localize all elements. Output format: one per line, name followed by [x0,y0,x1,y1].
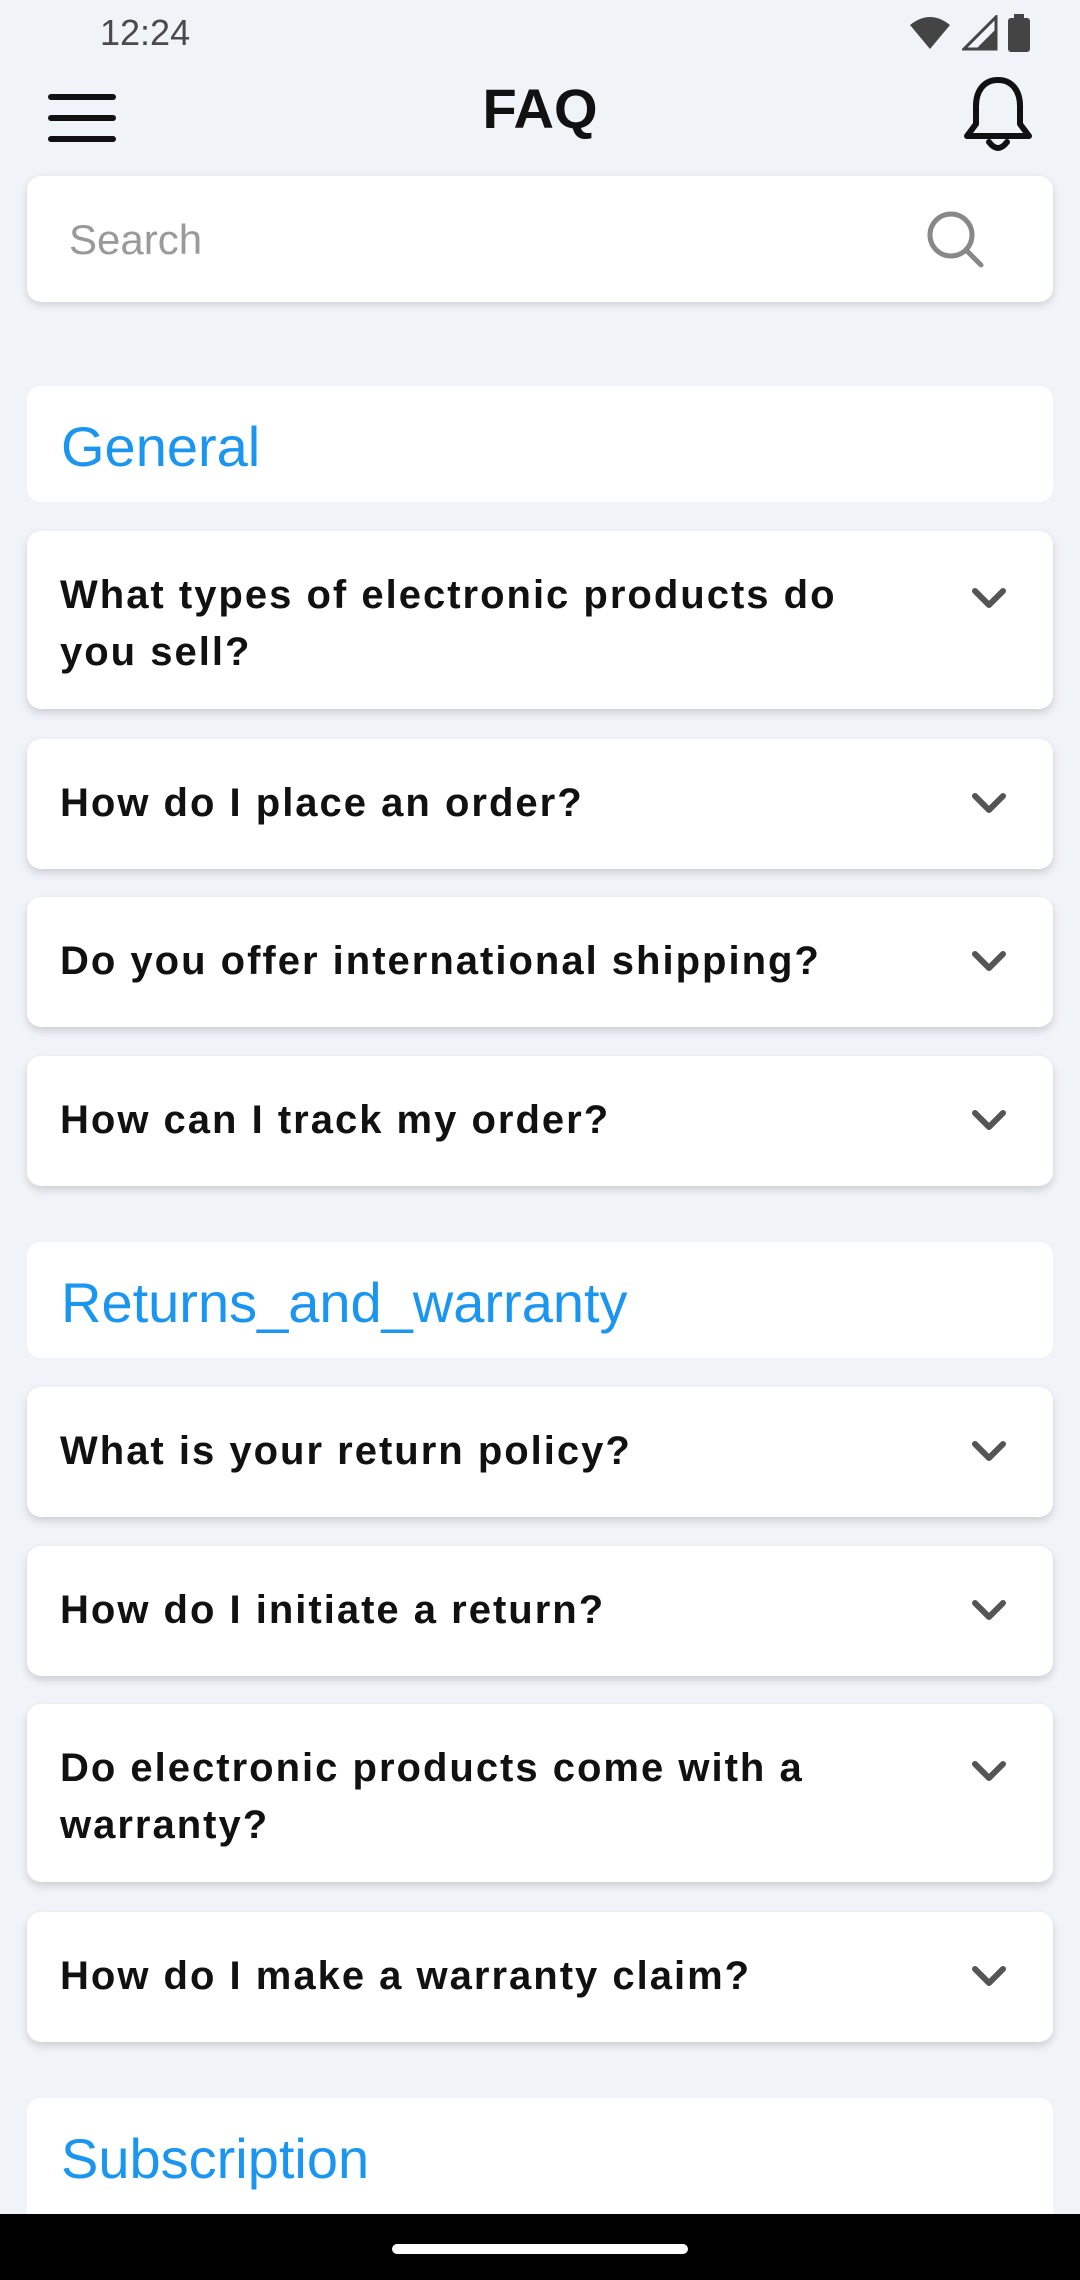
chevron-down-icon [972,1600,1006,1620]
faq-item[interactable]: How do I place an order? [27,739,1053,869]
faq-item[interactable]: How do I initiate a return? [27,1546,1053,1676]
faq-item[interactable]: What types of electronic products do you… [27,531,1053,709]
battery-icon [1008,14,1030,52]
status-icons [908,14,1030,52]
search-icon[interactable] [925,209,985,269]
faq-item[interactable]: What is your return policy? [27,1387,1053,1517]
app-bar: FAQ [0,66,1080,176]
faq-item[interactable]: Do electronic products come with a warra… [27,1704,1053,1882]
faq-item[interactable]: How can I track my order? [27,1056,1053,1186]
faq-item[interactable]: How do I make a warranty claim? [27,1912,1053,2042]
faq-question: How do I initiate a return? [60,1588,606,1632]
home-gesture-handle[interactable] [392,2244,688,2254]
section-header-general: General [27,386,1053,502]
chevron-down-icon [972,1761,1006,1781]
faq-question: How do I make a warranty claim? [60,1954,752,1998]
chevron-down-icon [972,588,1006,608]
chevron-down-icon [972,1966,1006,1986]
faq-question: Do electronic products come with a warra… [60,1746,804,1847]
system-navigation-bar [0,2214,1080,2280]
search-input[interactable] [67,176,891,304]
chevron-down-icon [972,1110,1006,1130]
section-title: Returns_and_warranty [61,1271,628,1334]
chevron-down-icon [972,793,1006,813]
section-title: General [61,415,261,478]
faq-question: How do I place an order? [60,781,584,825]
chevron-down-icon [972,951,1006,971]
section-header-returns-and-warranty: Returns_and_warranty [27,1242,1053,1358]
page-title: FAQ [482,77,598,140]
search-bar [27,176,1053,304]
cellular-signal-icon [962,15,998,51]
notifications-button[interactable] [956,72,1040,156]
faq-question: What is your return policy? [60,1429,632,1473]
faq-question: Do you offer international shipping? [60,939,821,983]
chevron-down-icon [972,1441,1006,1461]
faq-question: How can I track my order? [60,1098,611,1142]
faq-item[interactable]: Do you offer international shipping? [27,897,1053,1027]
section-title: Subscription [61,2127,370,2190]
status-time: 12:24 [100,12,191,53]
faq-question: What types of electronic products do you… [60,573,837,674]
bell-icon [964,77,1032,151]
wifi-icon [910,17,950,49]
status-bar: 12:24 [0,0,1080,66]
section-header-subscription: Subscription [27,2098,1053,2214]
